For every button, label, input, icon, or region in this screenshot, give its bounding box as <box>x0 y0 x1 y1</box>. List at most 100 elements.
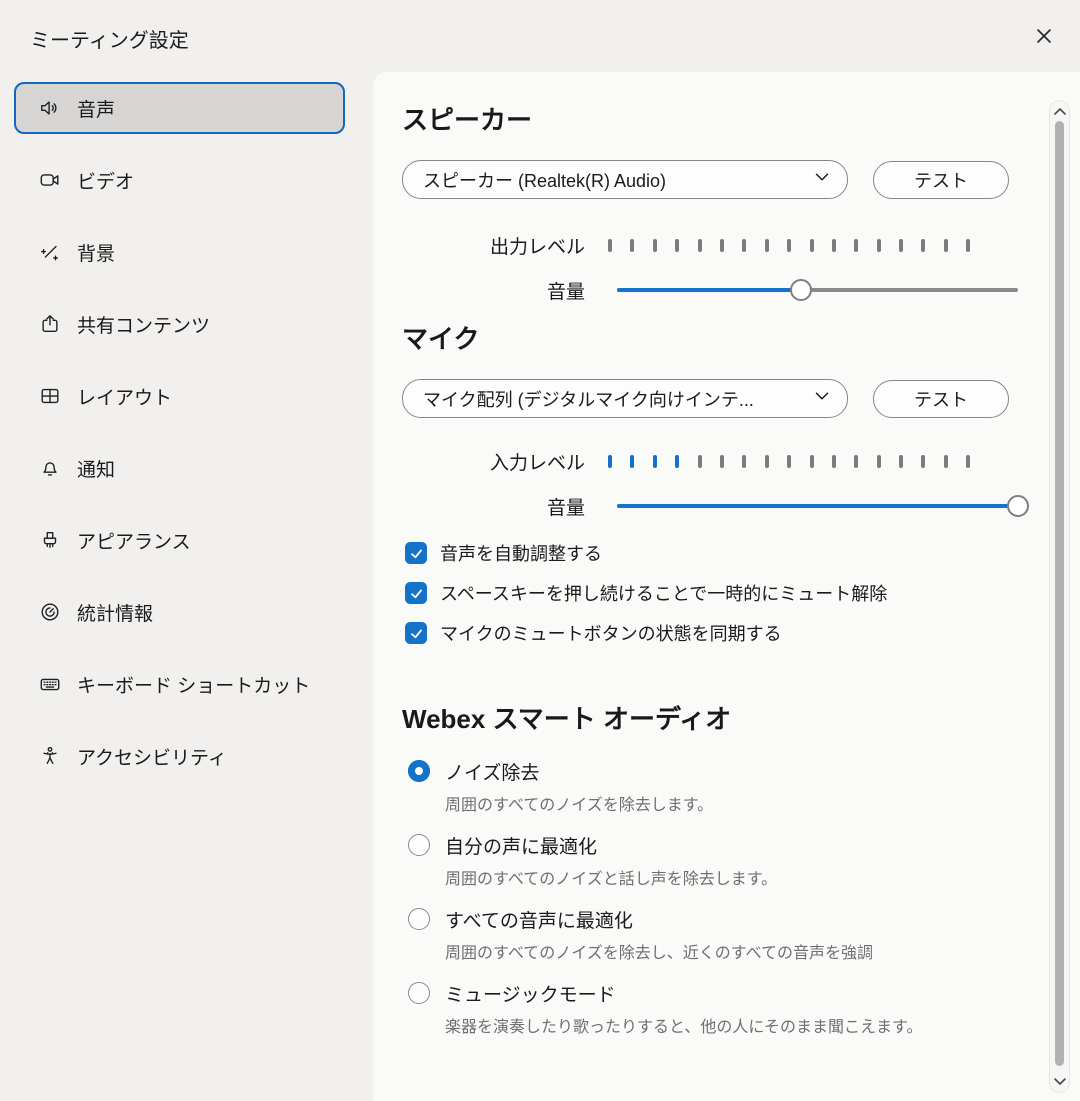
speaker-icon <box>38 96 62 120</box>
checkbox-label: マイクのミュートボタンの状態を同期する <box>440 620 782 646</box>
audio-option-checkboxes: 音声を自動調整するスペースキーを押し続けることで一時的にミュート解除マイクのミュ… <box>405 540 1020 646</box>
titlebar: ミーティング設定 <box>0 0 1080 72</box>
scrollbar[interactable] <box>1049 100 1070 1093</box>
level-tick <box>966 455 970 468</box>
radio-unselected-icon[interactable] <box>408 908 430 930</box>
input-level-label: 入力レベル <box>402 448 585 475</box>
level-tick <box>720 239 724 252</box>
scrollbar-thumb[interactable] <box>1055 121 1064 1066</box>
radio-label: ミュージックモード <box>445 980 616 1007</box>
checkbox-label: スペースキーを押し続けることで一時的にミュート解除 <box>440 580 887 606</box>
microphone-test-button[interactable]: テスト <box>873 380 1009 418</box>
level-tick <box>742 455 746 468</box>
level-tick <box>675 455 679 468</box>
level-tick <box>653 455 657 468</box>
level-tick <box>921 455 925 468</box>
video-icon <box>38 168 62 192</box>
level-tick <box>608 239 612 252</box>
level-tick <box>832 455 836 468</box>
level-tick <box>899 455 903 468</box>
sidebar-item-label: 共有コンテンツ <box>77 311 210 338</box>
radio-selected-icon[interactable] <box>408 760 430 782</box>
speaker-volume-slider[interactable] <box>617 279 1018 301</box>
smart-audio-options: ノイズ除去周囲のすべてのノイズを除去します。自分の声に最適化周囲のすべてのノイズ… <box>408 757 1020 1041</box>
audio-option-row[interactable]: スペースキーを押し続けることで一時的にミュート解除 <box>405 580 1020 606</box>
sidebar-item-label: 背景 <box>77 239 115 266</box>
sidebar-item-label: アピアランス <box>77 527 191 554</box>
sidebar-item-5[interactable]: 通知 <box>14 442 345 494</box>
layout-grid-icon <box>38 384 62 408</box>
level-tick <box>877 239 881 252</box>
sidebar-item-label: キーボード ショートカット <box>77 671 310 698</box>
sidebar-item-8[interactable]: キーボード ショートカット <box>14 658 345 710</box>
speaker-device-value: スピーカー (Realtek(R) Audio) <box>423 167 666 193</box>
audio-option-row[interactable]: 音声を自動調整する <box>405 540 1020 566</box>
speaker-test-button[interactable]: テスト <box>873 161 1009 199</box>
scroll-up-icon[interactable] <box>1050 103 1069 121</box>
level-tick <box>944 455 948 468</box>
sidebar-item-label: レイアウト <box>77 383 172 410</box>
magic-wand-icon <box>38 240 62 264</box>
level-tick <box>854 455 858 468</box>
microphone-section-heading: マイク <box>402 321 1020 357</box>
microphone-device-dropdown[interactable]: マイク配列 (デジタルマイク向けインテ... <box>402 379 848 418</box>
checkbox-checked-icon[interactable] <box>405 542 427 564</box>
level-tick <box>720 455 724 468</box>
radio-description: 楽器を演奏したり歌ったりすると、他の人にそのまま聞こえます。 <box>445 1015 1020 1041</box>
level-tick <box>653 239 657 252</box>
sidebar-item-2[interactable]: 背景 <box>14 226 345 278</box>
sidebar-item-6[interactable]: アピアランス <box>14 514 345 566</box>
output-level-label: 出力レベル <box>402 232 585 259</box>
smart-audio-option-row[interactable]: ノイズ除去 <box>408 757 1020 785</box>
radio-description: 周囲のすべてのノイズと話し声を除去します。 <box>445 867 1020 893</box>
level-tick <box>899 239 903 252</box>
sidebar-item-9[interactable]: アクセシビリティ <box>14 730 345 782</box>
microphone-volume-slider[interactable] <box>617 495 1018 517</box>
audio-settings-panel: スピーカー スピーカー (Realtek(R) Audio) テスト 出力レベル… <box>373 72 1080 1101</box>
sidebar-item-label: 音声 <box>77 95 115 122</box>
bell-icon <box>38 456 62 480</box>
level-tick <box>810 455 814 468</box>
smart-audio-option-row[interactable]: ミュージックモード <box>408 979 1020 1007</box>
level-tick <box>854 239 858 252</box>
sidebar-item-label: ビデオ <box>77 167 134 194</box>
radio-label: すべての音声に最適化 <box>445 906 633 933</box>
level-tick <box>675 239 679 252</box>
audio-option-row[interactable]: マイクのミュートボタンの状態を同期する <box>405 620 1020 646</box>
sidebar-item-4[interactable]: レイアウト <box>14 370 345 422</box>
radio-description: 周囲のすべてのノイズを除去し、近くのすべての音声を強調 <box>445 941 1020 967</box>
smart-audio-option-row[interactable]: 自分の声に最適化 <box>408 831 1020 859</box>
radio-unselected-icon[interactable] <box>408 982 430 1004</box>
sidebar-item-1[interactable]: ビデオ <box>14 154 345 206</box>
microphone-volume-label: 音量 <box>402 493 585 520</box>
smart-audio-option-row[interactable]: すべての音声に最適化 <box>408 905 1020 933</box>
sidebar-item-audio[interactable]: 音声 <box>14 82 345 134</box>
level-tick <box>630 239 634 252</box>
chevron-down-icon <box>811 166 833 193</box>
slider-thumb[interactable] <box>1007 495 1029 517</box>
level-tick <box>944 239 948 252</box>
level-tick <box>608 455 612 468</box>
radio-label: 自分の声に最適化 <box>445 832 597 859</box>
output-level-meter <box>608 239 970 252</box>
input-level-meter <box>608 455 970 468</box>
accessibility-icon <box>38 744 62 768</box>
slider-thumb[interactable] <box>790 279 812 301</box>
close-button[interactable] <box>1030 24 1058 52</box>
radio-unselected-icon[interactable] <box>408 834 430 856</box>
radio-description: 周囲のすべてのノイズを除去します。 <box>445 793 1020 819</box>
speaker-device-dropdown[interactable]: スピーカー (Realtek(R) Audio) <box>402 160 848 199</box>
level-tick <box>921 239 925 252</box>
statistics-icon <box>38 600 62 624</box>
sidebar-item-3[interactable]: 共有コンテンツ <box>14 298 345 350</box>
scroll-down-icon[interactable] <box>1050 1072 1069 1090</box>
smart-audio-heading: Webex スマート オーディオ <box>402 701 1020 737</box>
level-tick <box>765 239 769 252</box>
level-tick <box>698 455 702 468</box>
checkbox-checked-icon[interactable] <box>405 622 427 644</box>
checkbox-checked-icon[interactable] <box>405 582 427 604</box>
level-tick <box>966 239 970 252</box>
sidebar-item-7[interactable]: 統計情報 <box>14 586 345 638</box>
sidebar-item-label: アクセシビリティ <box>77 743 227 770</box>
sidebar-item-label: 統計情報 <box>77 599 153 626</box>
